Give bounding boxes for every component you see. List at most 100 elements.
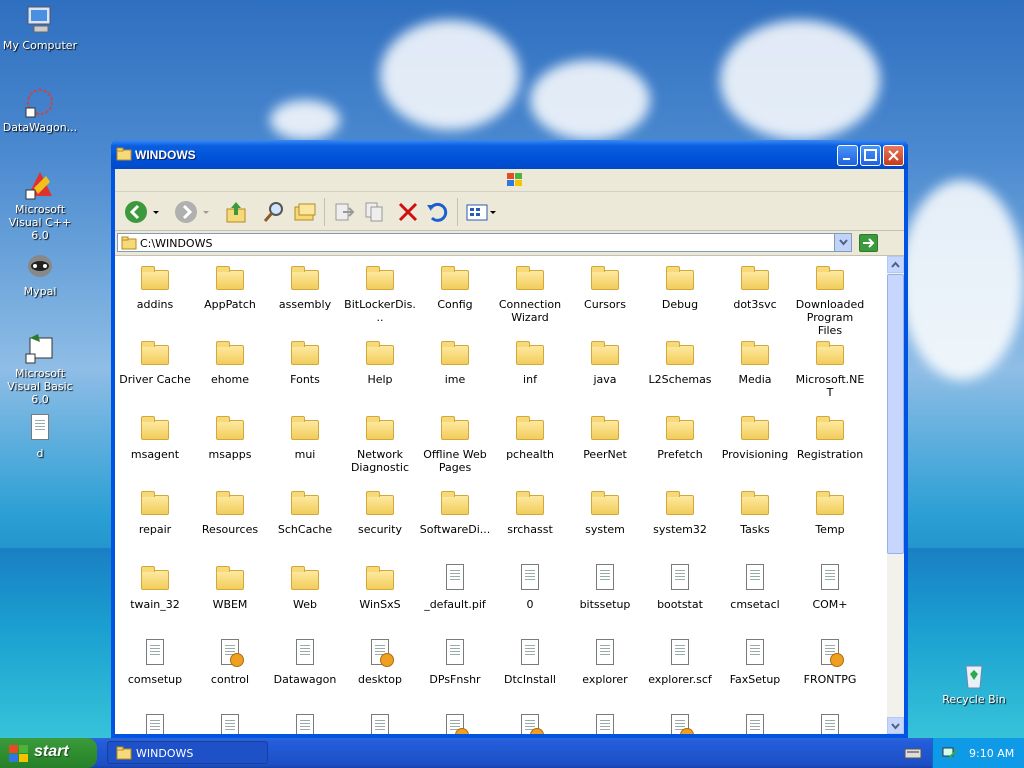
file-item[interactable]: DPsFnshr — [418, 637, 492, 686]
folder-item[interactable]: mui — [268, 412, 342, 461]
folder-item[interactable]: Fonts — [268, 337, 342, 386]
folder-item[interactable]: Prefetch — [643, 412, 717, 461]
undo-button[interactable] — [424, 199, 450, 225]
file-item[interactable] — [493, 712, 567, 734]
desktop-icon-d[interactable]: d — [0, 412, 80, 460]
folder-item[interactable]: PeerNet — [568, 412, 642, 461]
file-item[interactable] — [118, 712, 192, 734]
up-button[interactable] — [223, 199, 249, 225]
folder-item[interactable]: Driver Cache — [118, 337, 192, 386]
folder-item[interactable]: inf — [493, 337, 567, 386]
forward-dropdown[interactable] — [201, 199, 211, 225]
folder-item[interactable]: addins — [118, 262, 192, 311]
network-icon[interactable] — [941, 746, 959, 762]
file-item[interactable]: comsetup — [118, 637, 192, 686]
file-item[interactable] — [343, 712, 417, 734]
file-item[interactable] — [193, 712, 267, 734]
folder-item[interactable]: Connection Wizard — [493, 262, 567, 324]
folder-item[interactable]: WinSxS — [343, 562, 417, 611]
folder-item[interactable]: WBEM — [193, 562, 267, 611]
file-item[interactable]: 0 — [493, 562, 567, 611]
folder-item[interactable]: Help — [343, 337, 417, 386]
desktop-icon-recycle-bin[interactable]: Recycle Bin — [934, 658, 1014, 706]
keyboard-icon[interactable] — [904, 746, 922, 760]
folder-item[interactable]: L2Schemas — [643, 337, 717, 386]
folder-item[interactable]: SchCache — [268, 487, 342, 536]
folder-item[interactable]: Resources — [193, 487, 267, 536]
folder-item[interactable]: Media — [718, 337, 792, 386]
folder-item[interactable]: msapps — [193, 412, 267, 461]
folder-item[interactable]: Network Diagnostic — [343, 412, 417, 474]
folder-item[interactable]: dot3svc — [718, 262, 792, 311]
vertical-scrollbar[interactable] — [887, 256, 904, 734]
start-button[interactable]: start — [0, 738, 97, 768]
file-item[interactable]: _default.pif — [418, 562, 492, 611]
folder-item[interactable]: msagent — [118, 412, 192, 461]
folder-item[interactable]: BitLockerDis... — [343, 262, 417, 324]
file-item[interactable] — [568, 712, 642, 734]
folder-item[interactable]: srchasst — [493, 487, 567, 536]
address-input[interactable]: C:\WINDOWS — [117, 233, 852, 252]
file-item[interactable]: cmsetacl — [718, 562, 792, 611]
desktop-icon-datawagon[interactable]: DataWagon... — [0, 86, 80, 134]
folder-item[interactable]: Registration — [793, 412, 867, 461]
folder-item[interactable]: SoftwareDi... — [418, 487, 492, 536]
folder-item[interactable]: ehome — [193, 337, 267, 386]
scroll-up-button[interactable] — [887, 256, 904, 273]
delete-button[interactable] — [395, 199, 421, 225]
close-button[interactable] — [883, 145, 904, 166]
folder-item[interactable]: pchealth — [493, 412, 567, 461]
folder-item[interactable]: Tasks — [718, 487, 792, 536]
desktop-icon-visual-cpp[interactable]: Microsoft Visual C++ 6.0 — [0, 168, 80, 242]
folder-item[interactable]: ime — [418, 337, 492, 386]
folder-item[interactable]: Downloaded Program Files — [793, 262, 867, 337]
back-dropdown[interactable] — [151, 199, 161, 225]
file-item[interactable]: explorer.scf — [643, 637, 717, 686]
taskbar-button-windows[interactable]: WINDOWS — [107, 741, 268, 764]
folder-item[interactable]: security — [343, 487, 417, 536]
minimize-button[interactable] — [837, 145, 858, 166]
folder-item[interactable]: Offline Web Pages — [418, 412, 492, 474]
file-item[interactable]: bitssetup — [568, 562, 642, 611]
desktop-icon-mypal[interactable]: Mypal — [0, 250, 80, 298]
file-item[interactable] — [268, 712, 342, 734]
folder-item[interactable]: assembly — [268, 262, 342, 311]
folder-item[interactable]: Temp — [793, 487, 867, 536]
title-bar[interactable]: WINDOWS — [111, 140, 908, 169]
folder-item[interactable]: Web — [268, 562, 342, 611]
desktop-icon-my-computer[interactable]: My Computer — [0, 4, 80, 52]
file-item[interactable]: Datawagon — [268, 637, 342, 686]
folder-item[interactable]: repair — [118, 487, 192, 536]
file-item[interactable]: explorer — [568, 637, 642, 686]
desktop-icon-visual-basic[interactable]: Microsoft Visual Basic 6.0 — [0, 332, 80, 406]
file-item[interactable]: bootstat — [643, 562, 717, 611]
folder-item[interactable]: Config — [418, 262, 492, 311]
folder-item[interactable]: Microsoft.NET — [793, 337, 867, 399]
folders-button[interactable] — [292, 199, 318, 225]
forward-button[interactable] — [173, 199, 199, 225]
back-button[interactable] — [123, 199, 149, 225]
file-item[interactable] — [718, 712, 792, 734]
folder-item[interactable]: java — [568, 337, 642, 386]
address-dropdown[interactable] — [834, 234, 851, 251]
folder-item[interactable]: Cursors — [568, 262, 642, 311]
scroll-down-button[interactable] — [887, 717, 904, 734]
file-item[interactable]: DtcInstall — [493, 637, 567, 686]
copy-to-button[interactable] — [362, 199, 388, 225]
folder-item[interactable]: Provisioning — [718, 412, 792, 461]
file-item[interactable]: FaxSetup — [718, 637, 792, 686]
folder-item[interactable]: Debug — [643, 262, 717, 311]
folder-item[interactable]: AppPatch — [193, 262, 267, 311]
folder-item[interactable]: system — [568, 487, 642, 536]
go-button[interactable] — [859, 234, 878, 252]
search-button[interactable] — [261, 199, 287, 225]
file-item[interactable] — [793, 712, 867, 734]
views-button[interactable] — [464, 199, 498, 225]
file-item[interactable] — [643, 712, 717, 734]
move-to-button[interactable] — [331, 199, 357, 225]
file-item[interactable]: FRONTPG — [793, 637, 867, 686]
file-item[interactable]: COM+ — [793, 562, 867, 611]
file-item[interactable]: desktop — [343, 637, 417, 686]
scroll-thumb[interactable] — [887, 274, 904, 554]
maximize-button[interactable] — [860, 145, 881, 166]
